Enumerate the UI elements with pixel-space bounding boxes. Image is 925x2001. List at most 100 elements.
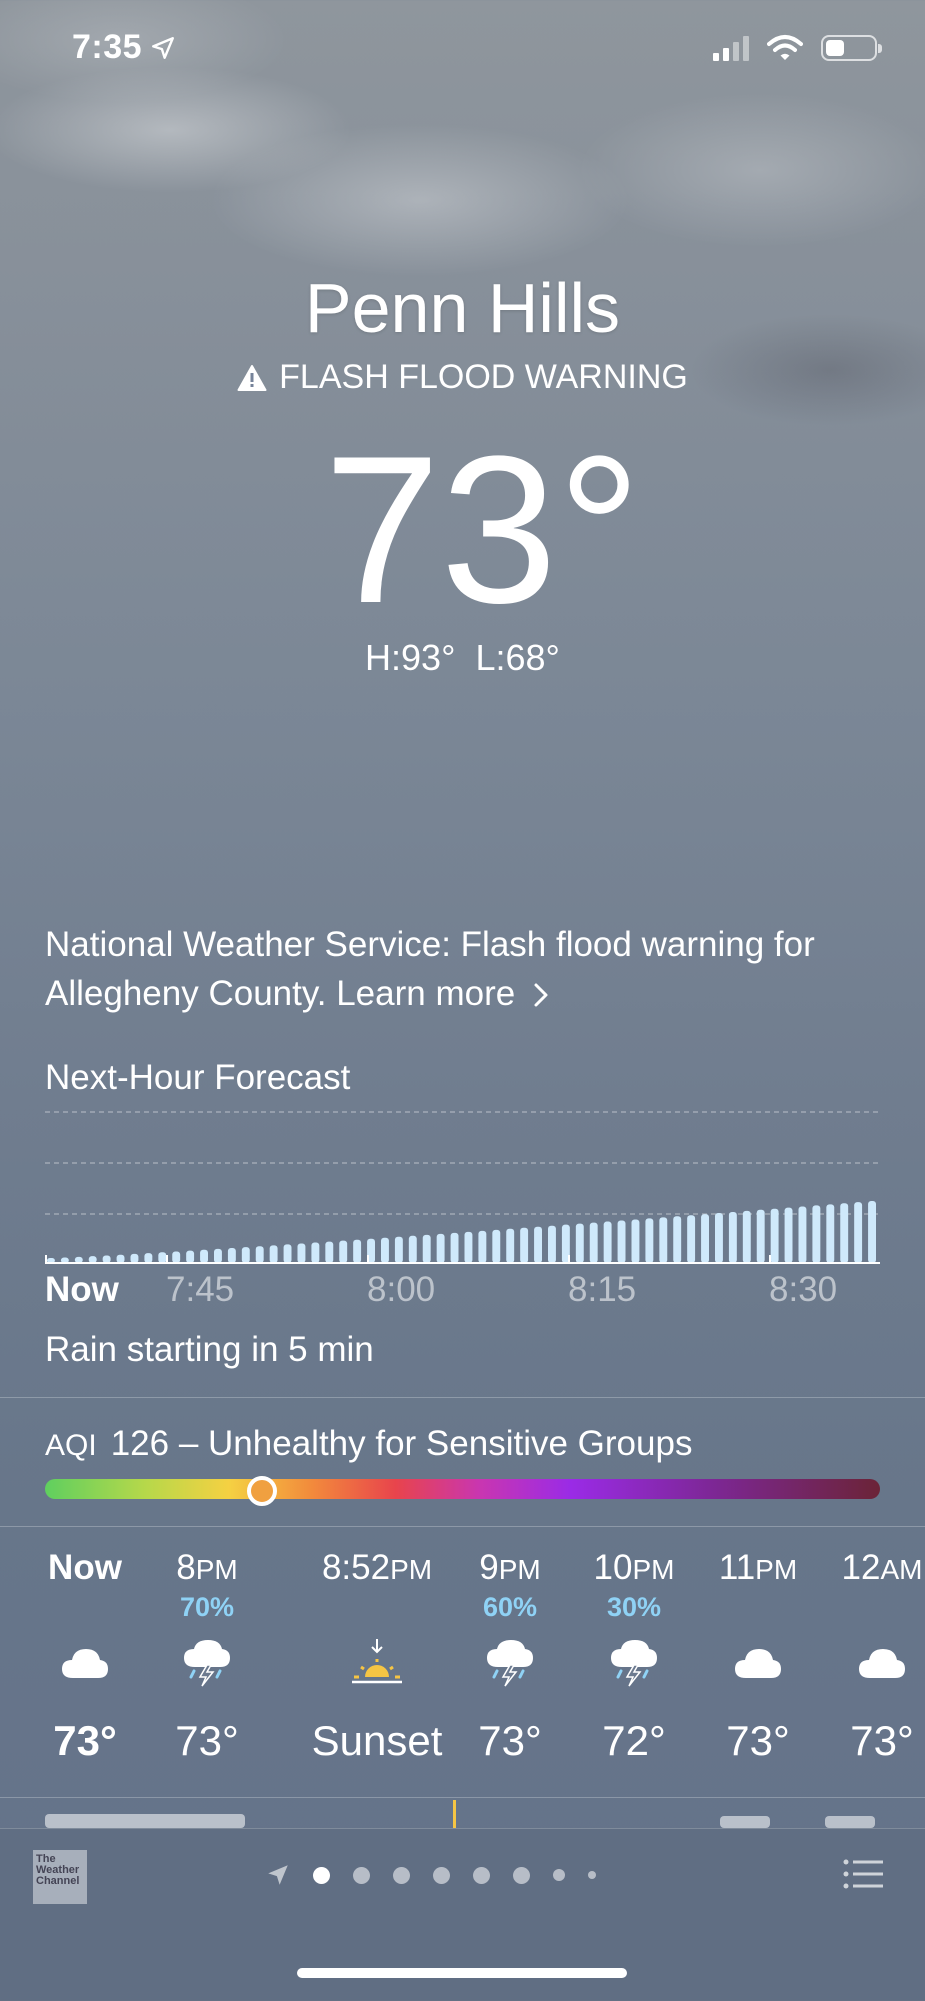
hourly-item: Now 73° [25,1545,145,1765]
hourly-temp: 73° [850,1717,914,1764]
precip-bar [770,1208,779,1263]
hourly-item: 8PM 70% 73° [147,1545,267,1765]
page-dots[interactable] [313,1866,596,1884]
precip-bar [673,1216,682,1263]
precip-bar [854,1202,863,1263]
hourly-item: 10PM 30% 72° [574,1545,694,1765]
precip-bar [742,1210,751,1263]
page-dot[interactable] [433,1866,450,1884]
battery-icon [821,35,882,61]
city-name: Penn Hills [304,269,621,347]
precip-bar [464,1231,473,1263]
hourly-precip-chance: 70% [179,1592,235,1622]
aqi-scale-bar [45,1479,880,1499]
precip-bar [200,1249,208,1263]
precip-bar [339,1240,348,1263]
home-indicator[interactable] [297,1968,627,1978]
hourly-item: 11PM 73° [698,1545,818,1765]
precip-bar [617,1220,626,1263]
hourly-item: 8:52PM Sunset [297,1545,457,1765]
high-temp: H:93° [365,637,456,678]
status-time: 7:35 [72,28,176,67]
page-dot[interactable] [313,1866,330,1884]
thunderstorm-rain-icon [450,1623,570,1703]
precip-bar [506,1228,515,1263]
precip-bar [422,1234,431,1263]
hourly-time: 12AM [841,1548,923,1587]
hourly-precip-chance: 30% [606,1592,662,1622]
cloud-icon [822,1623,925,1703]
hourly-time: 8:52PM [321,1548,433,1587]
precip-bar [394,1236,403,1263]
page-dot[interactable] [553,1869,565,1881]
time-label-815: 8:15 [568,1270,637,1309]
wifi-icon [767,35,803,60]
precip-bar [102,1255,111,1263]
hourly-forecast[interactable]: Now 73° 8PM 70% 73° 8:52PM Sunset 9PM 60% 73° 10PM… [0,1545,925,1785]
cloud-icon [25,1623,145,1703]
aqi-summary[interactable]: AQI 126 – Unhealthy for Sensitive Groups [45,1424,692,1464]
weather-channel-logo[interactable]: The Weather Channel [33,1850,87,1904]
precip-bar [631,1219,640,1263]
divider [0,1526,925,1527]
high-low: H:93° L:68° [0,637,925,679]
precip-bar [255,1246,264,1263]
precip-bar [214,1248,222,1263]
precip-bar [381,1237,389,1263]
divider [0,1797,925,1798]
precip-bar [116,1254,125,1263]
page-indicator[interactable] [265,1860,596,1890]
daily-forecast-peek [0,1800,925,1828]
aqi-value: 126 – Unhealthy for Sensitive Groups [110,1424,693,1463]
cellular-signal-icon [713,35,749,61]
precip-bar [88,1256,97,1263]
nws-notice[interactable]: National Weather Service: Flash flood wa… [45,920,885,1018]
current-temperature: 73° [323,412,642,647]
hourly-temp: 72° [602,1717,666,1764]
alert-text: FLASH FLOOD WARNING [279,358,688,396]
precip-bar [840,1203,849,1263]
precip-bar [227,1248,236,1263]
weather-alert[interactable]: FLASH FLOOD WARNING [0,358,925,397]
precip-bar [812,1205,821,1263]
precip-bar [172,1251,181,1263]
chevron-right-icon [534,983,548,1007]
thunderstorm-rain-icon [574,1623,694,1703]
precip-bar [144,1253,153,1263]
precip-bar [534,1226,542,1263]
precip-bar [687,1215,696,1263]
precip-bar [701,1214,709,1263]
precip-bar [311,1242,320,1263]
precip-bar [659,1217,668,1263]
precip-bar [868,1201,876,1263]
hourly-time: Now [48,1548,122,1587]
page-dot[interactable] [393,1866,410,1884]
precip-bar [520,1227,529,1263]
page-dot[interactable] [473,1866,490,1884]
precip-bar [784,1207,793,1263]
hourly-temp: 73° [726,1717,790,1764]
precip-bar [715,1213,723,1263]
page-dot[interactable] [588,1871,596,1879]
list-icon[interactable] [843,1858,883,1890]
precip-bar [353,1239,362,1263]
precip-bar [548,1225,556,1263]
precip-bar [826,1204,835,1263]
precip-bar [269,1245,278,1263]
precip-bar [728,1211,737,1263]
hourly-item: 9PM 60% 73° [450,1545,570,1765]
learn-more-link[interactable]: Learn more [336,974,515,1013]
hourly-time: 9PM [479,1548,541,1587]
status-time-text: 7:35 [72,28,143,66]
time-label-745: 7:45 [166,1270,235,1309]
hourly-precip-chance [297,1591,457,1623]
sunset-icon [297,1623,457,1703]
next-hour-time-axis: Now 7:45 8:00 8:15 8:30 [45,1270,885,1314]
page-dot[interactable] [513,1866,530,1884]
precip-bar [492,1229,501,1263]
time-label-800: 8:00 [367,1270,436,1309]
warning-icon [237,364,267,391]
page-dot[interactable] [353,1866,370,1884]
hourly-time: 8PM [176,1548,238,1587]
low-temp: L:68° [475,637,560,678]
